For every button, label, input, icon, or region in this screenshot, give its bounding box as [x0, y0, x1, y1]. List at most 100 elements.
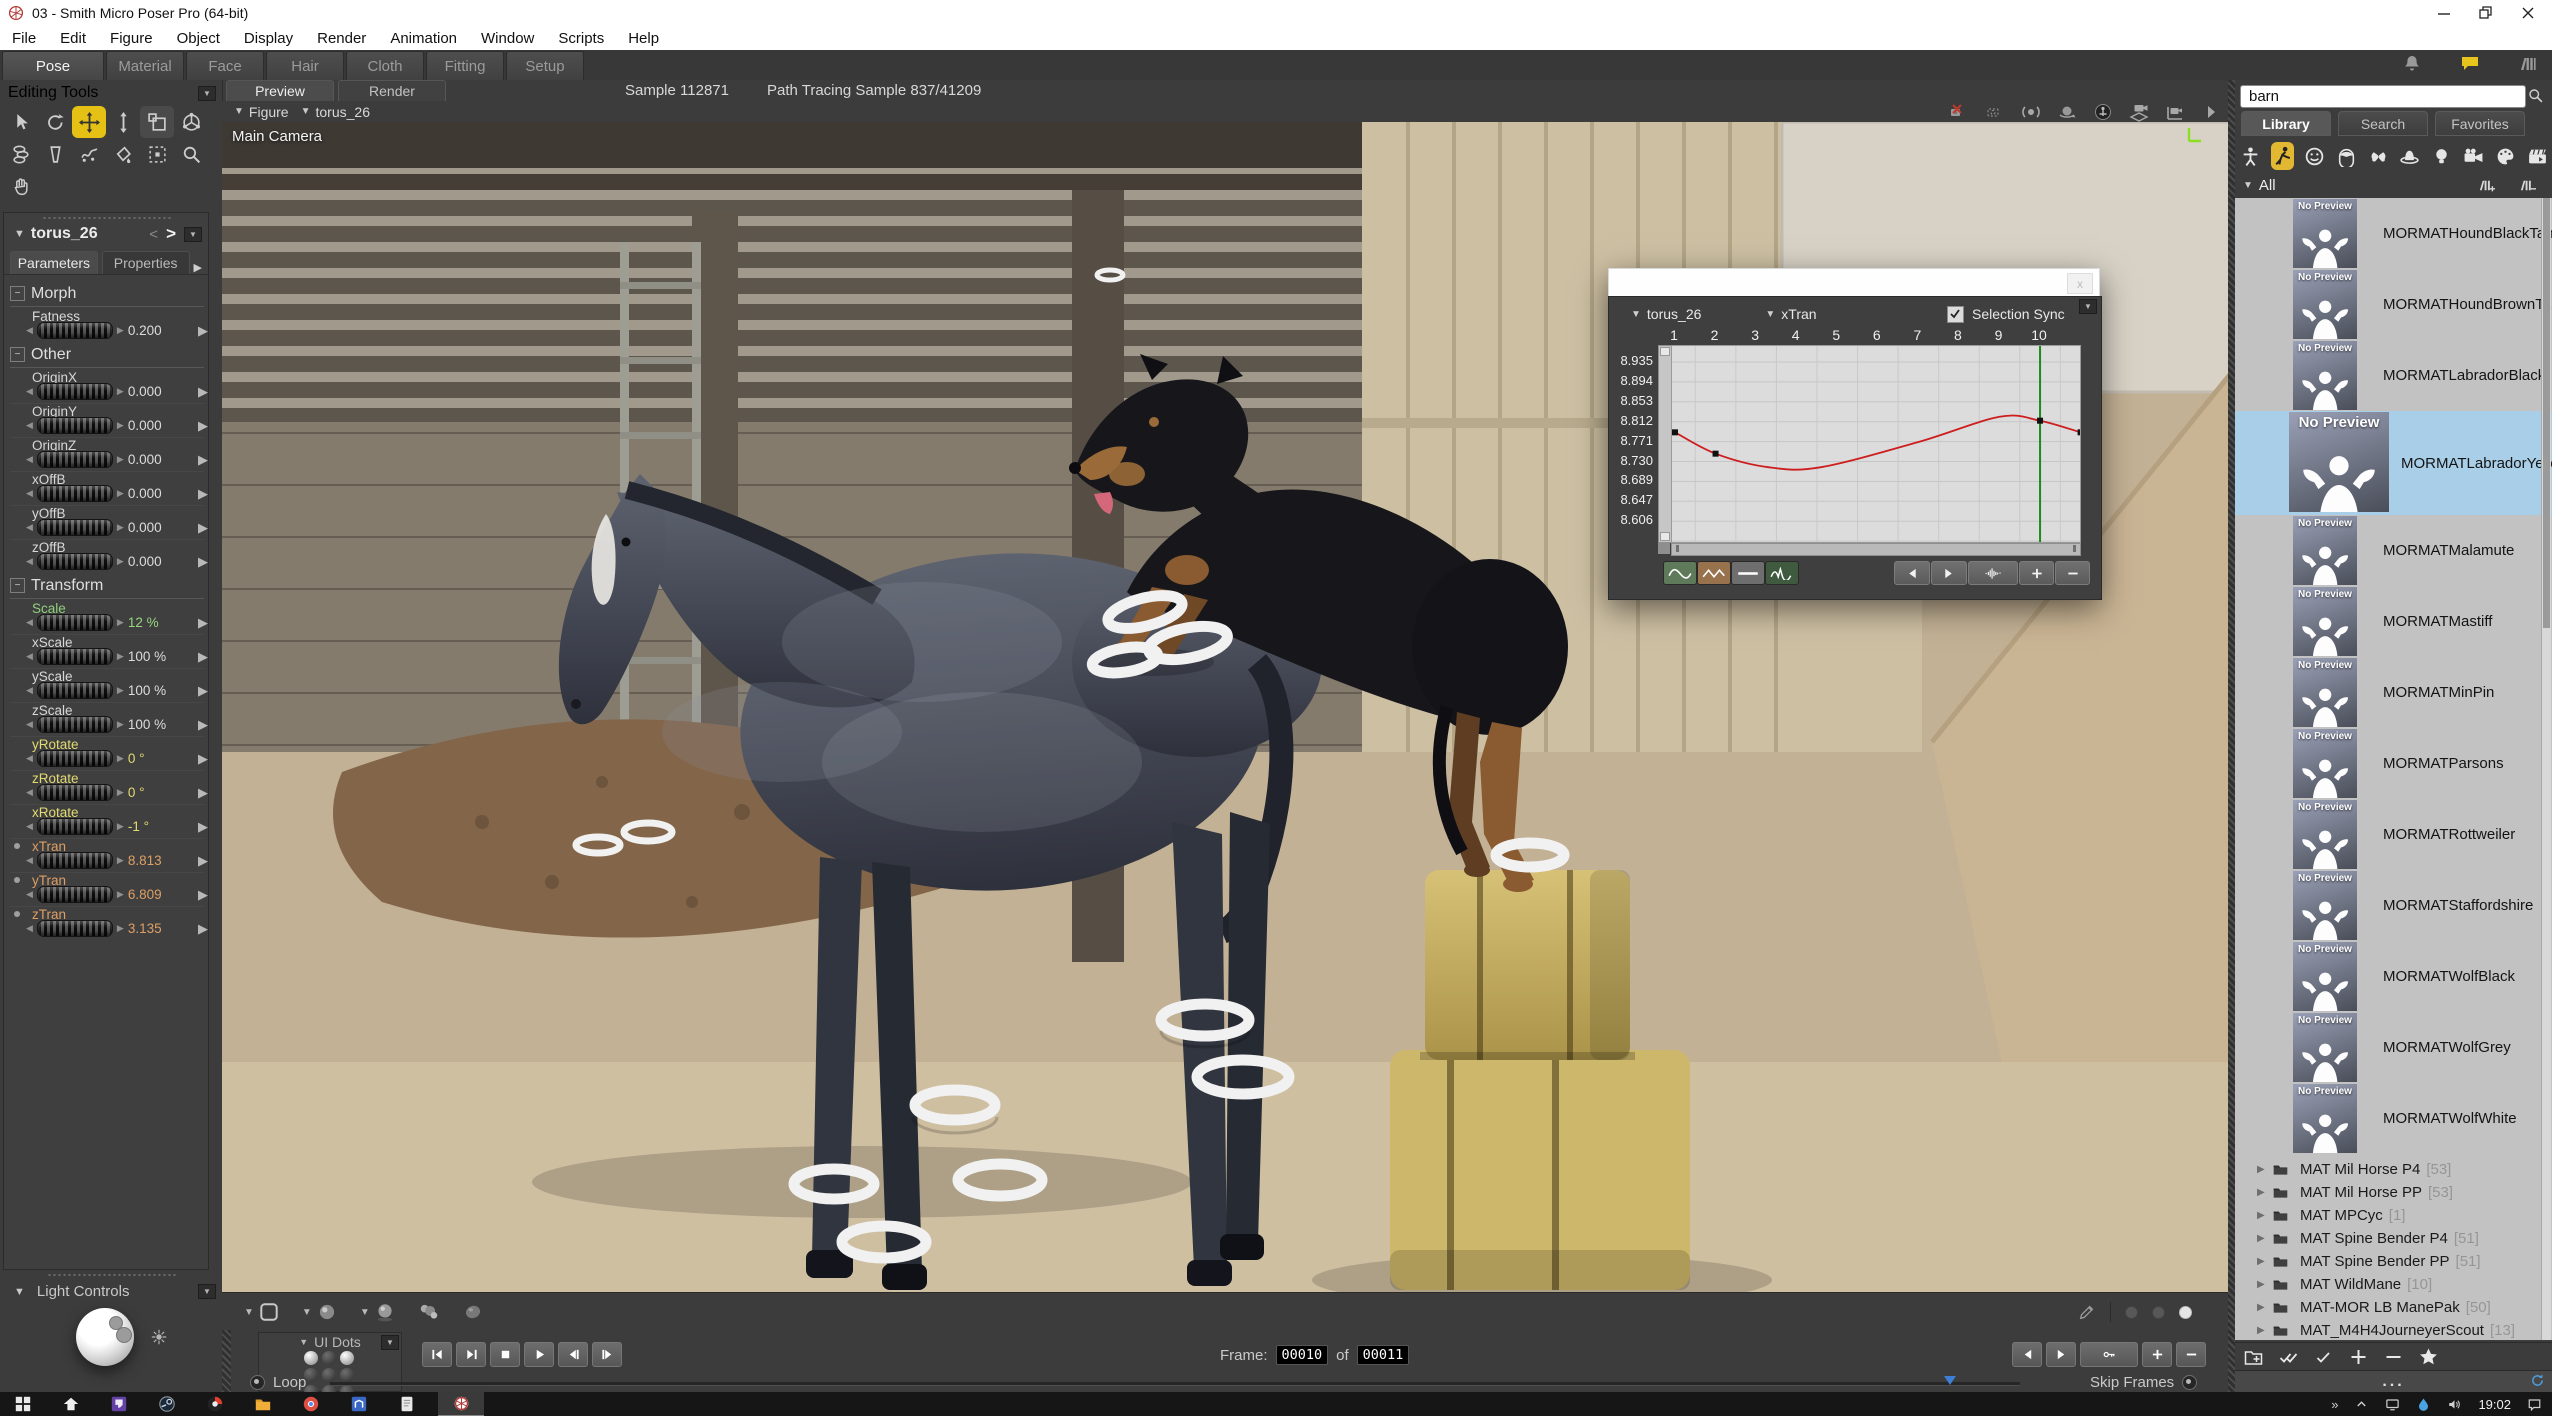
light-dot[interactable] — [116, 1327, 132, 1343]
collapse-button[interactable]: − — [10, 286, 25, 301]
grouping-tool[interactable] — [140, 138, 174, 170]
play-button[interactable] — [524, 1342, 554, 1367]
prev-key-button[interactable] — [2012, 1342, 2042, 1367]
dial-slider[interactable] — [37, 852, 113, 869]
dial-increment[interactable]: ▶ — [117, 923, 124, 934]
add-icon[interactable] — [2348, 1347, 2369, 1367]
dial-slider[interactable] — [37, 750, 113, 767]
menu-animation[interactable]: Animation — [378, 30, 469, 47]
flat-ball-style-selector[interactable] — [462, 1301, 484, 1323]
dial-value[interactable]: 0.000 — [128, 486, 174, 501]
more-bar[interactable]: ... — [2235, 1370, 2552, 1393]
red-app-icon[interactable] — [302, 1395, 320, 1413]
prev-frame-button[interactable] — [558, 1342, 588, 1367]
constant-section-button[interactable] — [1731, 561, 1765, 585]
shaded-ball-style-selector[interactable]: ▼ — [360, 1301, 396, 1323]
dial-increment[interactable]: ▶ — [117, 454, 124, 465]
library-item[interactable]: No PreviewMORMATWolfWhite — [2235, 1083, 2552, 1154]
library-item[interactable]: No PreviewMORMATStaffordshire — [2235, 870, 2552, 941]
room-tab-face[interactable]: Face — [186, 51, 264, 80]
grey-app-icon[interactable] — [398, 1395, 416, 1413]
library-scrollbar[interactable] — [2541, 198, 2551, 1340]
params-menu-button[interactable]: ▼ — [184, 227, 202, 242]
view-magnifier-tool[interactable] — [174, 138, 208, 170]
add-key-button[interactable] — [2142, 1342, 2172, 1367]
aperture-icon[interactable] — [2020, 102, 2042, 122]
twist-tool[interactable] — [174, 106, 208, 138]
dial-increment[interactable]: ▶ — [117, 651, 124, 662]
direct-manipulation-tool[interactable] — [4, 170, 38, 202]
expand-arrow-icon[interactable]: ▶ — [2257, 1210, 2271, 1221]
dial-options-arrow[interactable]: ▶ — [198, 921, 208, 937]
next-actor-button[interactable]: > — [166, 224, 176, 244]
expand-arrow-icon[interactable]: ▶ — [2257, 1302, 2271, 1313]
dial-decrement[interactable]: ◀ — [26, 651, 33, 662]
skip-frames-radio[interactable] — [2182, 1375, 2197, 1390]
expand-arrow-icon[interactable]: ▶ — [2257, 1164, 2271, 1175]
library-folder[interactable]: ▶MAT Spine Bender PP[51] — [2235, 1250, 2552, 1273]
dial-value[interactable]: 100 % — [128, 649, 174, 664]
dial-options-arrow[interactable]: ▶ — [198, 486, 208, 502]
last-frame-button[interactable] — [456, 1342, 486, 1367]
dial-options-arrow[interactable]: ▶ — [198, 751, 208, 767]
dial-options-arrow[interactable]: ▶ — [198, 717, 208, 733]
dial-options-arrow[interactable]: ▶ — [198, 887, 208, 903]
dial-slider[interactable] — [37, 682, 113, 699]
dial-slider[interactable] — [37, 519, 113, 536]
dial-increment[interactable]: ▶ — [117, 719, 124, 730]
dial-decrement[interactable]: ◀ — [26, 617, 33, 628]
tray-droplet-icon[interactable] — [2416, 1397, 2431, 1412]
dial-decrement[interactable]: ◀ — [26, 420, 33, 431]
camera-key-icon[interactable] — [2164, 102, 2186, 122]
library-books-icon[interactable] — [2518, 54, 2538, 74]
total-frames-field[interactable]: 00011 — [1357, 1345, 1410, 1365]
dial-decrement[interactable]: ◀ — [26, 719, 33, 730]
menu-help[interactable]: Help — [616, 30, 671, 47]
camera-ghost-icon[interactable] — [1984, 102, 2006, 122]
dial-decrement[interactable]: ◀ — [26, 685, 33, 696]
library-search-input[interactable] — [2240, 85, 2526, 108]
close-icon[interactable]: x — [2067, 273, 2093, 294]
dial-value[interactable]: 3.135 — [128, 921, 174, 936]
library-folder[interactable]: ▶MAT WildMane[10] — [2235, 1273, 2552, 1296]
library-tab-library[interactable]: Library — [2241, 111, 2331, 136]
dial-slider[interactable] — [37, 614, 113, 631]
dial-decrement[interactable]: ◀ — [26, 325, 33, 336]
taskbar-poser-app[interactable] — [438, 1391, 484, 1416]
minimize-button[interactable] — [2436, 5, 2452, 21]
current-frame-field[interactable]: 00010 — [1276, 1345, 1329, 1365]
dial-increment[interactable]: ▶ — [117, 617, 124, 628]
library-tab-favorites[interactable]: Favorites — [2435, 111, 2525, 136]
dial-slider[interactable] — [37, 451, 113, 468]
tray-chevron-icon[interactable] — [2354, 1397, 2369, 1412]
search-icon[interactable] — [2527, 87, 2544, 104]
panel-arrow-icon[interactable] — [2200, 102, 2222, 122]
library-item[interactable]: No PreviewMORMATWolfBlack — [2235, 941, 2552, 1012]
edit-icon[interactable] — [2078, 1303, 2096, 1321]
select-tool[interactable] — [4, 106, 38, 138]
dial-increment[interactable]: ▶ — [117, 753, 124, 764]
linear-section-button[interactable] — [1697, 561, 1731, 585]
dial-options-arrow[interactable]: ▶ — [198, 323, 208, 339]
dial-slider[interactable] — [37, 818, 113, 835]
dial-decrement[interactable]: ◀ — [26, 923, 33, 934]
library-item[interactable]: No PreviewMORMATHoundBlackTan — [2235, 198, 2552, 269]
graph-title-bar[interactable]: x — [1608, 268, 2100, 298]
dial-value[interactable]: -1 ° — [128, 819, 174, 834]
prev-actor-button[interactable]: < — [149, 226, 158, 243]
dial-decrement[interactable]: ◀ — [26, 556, 33, 567]
library-tab-search[interactable]: Search — [2338, 111, 2428, 136]
dial-decrement[interactable]: ◀ — [26, 454, 33, 465]
dial-increment[interactable]: ▶ — [117, 386, 124, 397]
dial-increment[interactable]: ▶ — [117, 522, 124, 533]
tab-properties[interactable]: Properties — [102, 251, 190, 274]
ui-dot[interactable] — [304, 1351, 318, 1365]
more-tabs-arrow[interactable]: ▶ — [194, 261, 204, 274]
dial-slider[interactable] — [37, 784, 113, 801]
dial-slider[interactable] — [37, 648, 113, 665]
windows-start-icon[interactable] — [14, 1395, 32, 1413]
dial-decrement[interactable]: ◀ — [26, 488, 33, 499]
dial-options-arrow[interactable]: ▶ — [198, 785, 208, 801]
graph-actor-menu[interactable]: ▼ torus_26 — [1631, 306, 1701, 322]
translate-in-out-tool[interactable] — [106, 106, 140, 138]
